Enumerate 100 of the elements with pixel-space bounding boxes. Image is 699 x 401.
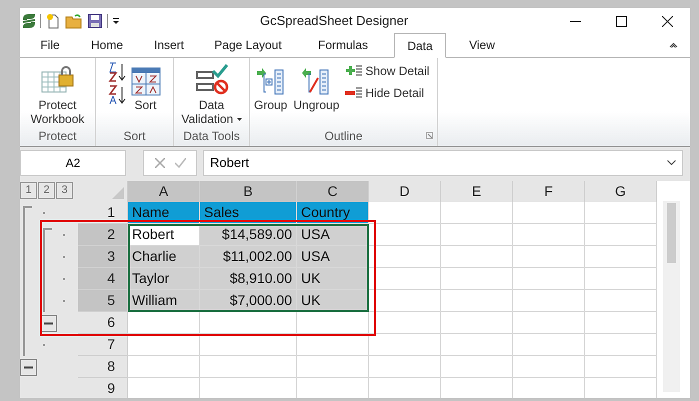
dialog-launcher-icon[interactable] [426,132,433,139]
table-cell[interactable]: UK [297,268,369,290]
folder-icon[interactable] [65,13,83,29]
column-header[interactable]: D [369,181,441,202]
outline-level-button[interactable]: 2 [38,182,55,199]
ribbon-button[interactable]: Sort [130,62,162,112]
ribbon-tab[interactable]: Data [394,33,446,58]
table-cell[interactable] [513,246,585,268]
column-header[interactable]: C [297,181,369,202]
table-cell[interactable] [297,334,369,356]
table-cell[interactable] [513,268,585,290]
column-header[interactable]: G [585,181,657,202]
customize-dropdown-icon[interactable] [112,16,120,26]
table-cell[interactable] [369,202,441,224]
ribbon-small-button[interactable]: Show Detail [344,62,430,80]
table-cell[interactable] [128,356,200,378]
table-cell[interactable] [585,268,657,290]
outline-level-button[interactable]: 3 [56,182,73,199]
table-cell[interactable]: Sales [200,202,297,224]
collapse-button-icon[interactable] [20,359,37,376]
table-cell[interactable]: USA [297,246,369,268]
table-cell[interactable] [585,356,657,378]
table-cell[interactable]: $7,000.00 [200,290,297,312]
table-cell[interactable] [513,312,585,334]
ribbon-button[interactable]: Data Validation [178,62,244,126]
ribbon-tab[interactable]: Home [76,33,138,57]
row-header[interactable]: 7 [78,334,128,356]
table-cell[interactable] [513,202,585,224]
row-header[interactable]: 4 [78,268,128,290]
table-cell[interactable] [585,224,657,246]
table-cell[interactable] [297,312,369,334]
formula-field[interactable]: Robert [203,150,683,176]
table-cell[interactable] [585,290,657,312]
table-cell[interactable] [441,290,513,312]
table-cell[interactable]: $11,002.00 [200,246,297,268]
table-cell[interactable] [369,334,441,356]
cancel-icon[interactable] [154,158,164,168]
ribbon-tab[interactable]: Page Layout [200,33,296,57]
column-header[interactable]: B [200,181,297,202]
table-cell[interactable]: Country [297,202,369,224]
table-cell[interactable] [369,224,441,246]
table-cell[interactable] [513,290,585,312]
table-cell[interactable] [200,334,297,356]
ribbon-tab[interactable]: View [450,33,514,57]
ribbon-button[interactable]: Protect Workbook [26,62,88,126]
table-cell[interactable]: Charlie [128,246,200,268]
new-file-icon[interactable] [45,13,61,29]
column-header[interactable]: A [128,181,200,202]
collapse-ribbon-icon[interactable] [669,42,678,48]
save-icon[interactable] [87,13,103,29]
table-cell[interactable] [441,224,513,246]
row-header[interactable]: 3 [78,246,128,268]
table-cell[interactable]: Name [128,202,200,224]
table-cell[interactable] [441,312,513,334]
table-cell[interactable] [128,312,200,334]
ribbon-button[interactable]: Ungroup [292,62,340,112]
table-cell[interactable] [369,268,441,290]
table-cell[interactable] [369,290,441,312]
table-cell[interactable] [441,334,513,356]
table-cell[interactable] [441,356,513,378]
row-header[interactable]: 2 [78,224,128,246]
table-cell[interactable] [441,202,513,224]
ribbon-tab[interactable]: File [24,33,76,57]
confirm-icon[interactable] [174,158,186,168]
column-header[interactable]: E [441,181,513,202]
table-cell[interactable]: Taylor [128,268,200,290]
column-header[interactable]: F [513,181,585,202]
name-box[interactable]: A2 [20,150,126,176]
table-cell[interactable] [128,334,200,356]
table-cell[interactable] [585,246,657,268]
table-cell[interactable] [585,312,657,334]
sort-ascending-icon[interactable] [108,62,126,82]
table-cell[interactable] [441,268,513,290]
table-cell[interactable] [297,356,369,378]
table-cell[interactable]: $8,910.00 [200,268,297,290]
vertical-scrollbar[interactable] [663,201,680,392]
outline-level-button[interactable]: 1 [20,182,37,199]
ribbon-tab[interactable]: Formulas [296,33,390,57]
table-cell[interactable]: $14,589.00 [200,224,297,246]
table-cell[interactable] [369,356,441,378]
row-header[interactable]: 5 [78,290,128,312]
row-header[interactable]: 1 [78,202,128,224]
ribbon-small-button[interactable]: Hide Detail [344,84,430,102]
table-cell[interactable] [369,312,441,334]
table-cell[interactable] [513,224,585,246]
table-cell[interactable] [513,356,585,378]
table-cell[interactable] [441,246,513,268]
ribbon-tab[interactable]: Insert [138,33,200,57]
scrollbar-thumb[interactable] [667,203,676,263]
expand-caret-icon[interactable] [667,160,676,166]
row-header[interactable]: 8 [78,356,128,378]
table-cell[interactable] [585,334,657,356]
table-cell[interactable] [513,334,585,356]
table-cell[interactable] [200,312,297,334]
table-cell[interactable] [369,246,441,268]
table-cell[interactable] [585,202,657,224]
ribbon-button[interactable]: Group [253,62,288,112]
table-cell[interactable] [200,356,297,378]
row-header[interactable]: 6 [78,312,128,334]
sort-descending-icon[interactable] [108,85,126,105]
